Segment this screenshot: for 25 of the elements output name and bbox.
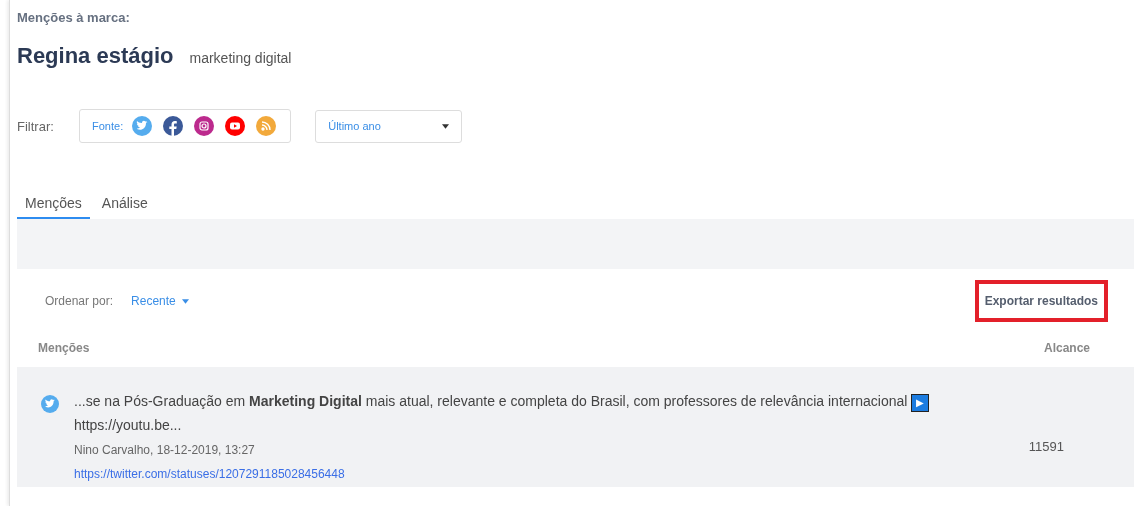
tab[interactable]: Análise [93, 195, 156, 219]
play-glyph: ▶ [911, 394, 930, 412]
camera-icon[interactable] [194, 116, 215, 136]
mention-text: ...se na Pós-Graduação em Marketing Digital mais atual, relevante e completa do Brasil, com professores de relevância internacional [74, 393, 908, 409]
keyword-text: marketing digital [189, 50, 292, 66]
mention-link[interactable]: https://twitter.com/statuses/1207291185028456448 [74, 467, 954, 481]
filter-label: Filtrar: [17, 118, 55, 134]
period-dropdown[interactable]: Último ano [315, 109, 463, 143]
letter-f-icon[interactable] [163, 116, 184, 136]
mention-text: https://youtu.be... [74, 417, 182, 433]
bird-icon [41, 395, 59, 413]
page-label: Menções à marca: [17, 9, 131, 25]
bird-icon[interactable] [132, 116, 153, 136]
column-header: Alcance [1043, 341, 1090, 355]
reach-value: 11591 [1028, 439, 1064, 454]
caret-icon [181, 298, 189, 304]
sort-dropdown[interactable]: Recente [125, 293, 195, 309]
mention-meta: Nino Carvalho, 18-12-2019, 13:27 [74, 443, 256, 457]
column-header: Menções [38, 341, 90, 355]
sort-label: Ordenar por: [45, 294, 114, 308]
export-button[interactable]: Exportar resultados [974, 280, 1108, 322]
brand-title: Regina estágio [17, 43, 174, 69]
source-label: Fonte: [92, 120, 124, 132]
play-icon[interactable] [225, 116, 246, 136]
caret-icon [442, 123, 450, 129]
